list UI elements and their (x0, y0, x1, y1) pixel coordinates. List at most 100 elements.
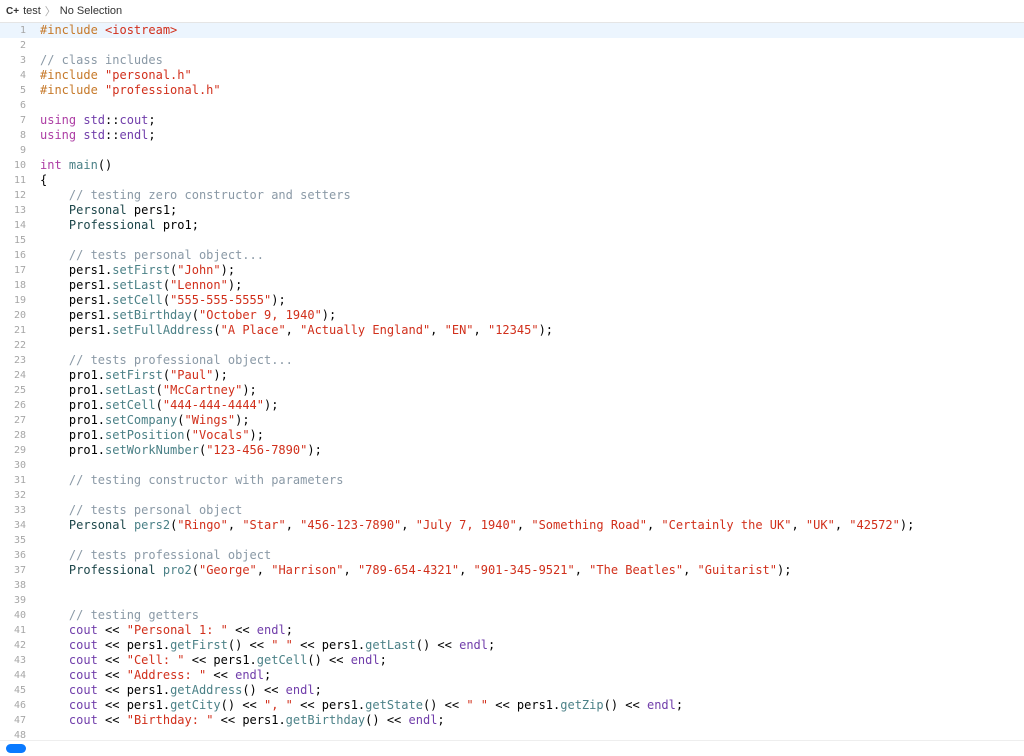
code-line[interactable]: 48 (0, 728, 1024, 740)
code-content[interactable] (34, 338, 1024, 353)
breadcrumb-file[interactable]: test (23, 5, 41, 17)
code-content[interactable] (34, 98, 1024, 113)
code-content[interactable]: Personal pers1; (34, 203, 1024, 218)
code-content[interactable] (34, 233, 1024, 248)
code-line[interactable]: 34 Personal pers2("Ringo", "Star", "456-… (0, 518, 1024, 533)
code-content[interactable] (34, 143, 1024, 158)
code-line[interactable]: 11{ (0, 173, 1024, 188)
code-line[interactable]: 10int main() (0, 158, 1024, 173)
code-line[interactable]: 20 pers1.setBirthday("October 9, 1940"); (0, 308, 1024, 323)
code-line[interactable]: 3// class includes (0, 53, 1024, 68)
code-line[interactable]: 16 // tests personal object... (0, 248, 1024, 263)
code-content[interactable] (34, 458, 1024, 473)
code-line[interactable]: 28 pro1.setPosition("Vocals"); (0, 428, 1024, 443)
code-editor[interactable]: 1#include <iostream>23// class includes4… (0, 23, 1024, 740)
code-content[interactable] (34, 593, 1024, 608)
code-line[interactable]: 24 pro1.setFirst("Paul"); (0, 368, 1024, 383)
code-line[interactable]: 46 cout << pers1.getCity() << ", " << pe… (0, 698, 1024, 713)
code-content[interactable]: // tests personal object (34, 503, 1024, 518)
code-line[interactable]: 45 cout << pers1.getAddress() << endl; (0, 683, 1024, 698)
code-line[interactable]: 17 pers1.setFirst("John"); (0, 263, 1024, 278)
code-content[interactable]: pro1.setFirst("Paul"); (34, 368, 1024, 383)
code-content[interactable]: #include "personal.h" (34, 68, 1024, 83)
code-content[interactable]: // tests professional object (34, 548, 1024, 563)
code-content[interactable]: #include <iostream> (34, 23, 1024, 38)
code-line[interactable]: 14 Professional pro1; (0, 218, 1024, 233)
code-content[interactable]: Personal pers2("Ringo", "Star", "456-123… (34, 518, 1024, 533)
code-line[interactable]: 32 (0, 488, 1024, 503)
code-line[interactable]: 40 // testing getters (0, 608, 1024, 623)
code-line[interactable]: 27 pro1.setCompany("Wings"); (0, 413, 1024, 428)
code-content[interactable]: pro1.setCompany("Wings"); (34, 413, 1024, 428)
code-line[interactable]: 9 (0, 143, 1024, 158)
code-content[interactable]: cout << "Cell: " << pers1.getCell() << e… (34, 653, 1024, 668)
code-line[interactable]: 12 // testing zero constructor and sette… (0, 188, 1024, 203)
code-line[interactable]: 25 pro1.setLast("McCartney"); (0, 383, 1024, 398)
code-content[interactable]: // tests professional object... (34, 353, 1024, 368)
code-content[interactable]: cout << "Address: " << endl; (34, 668, 1024, 683)
code-content[interactable] (34, 488, 1024, 503)
code-line[interactable]: 5#include "professional.h" (0, 83, 1024, 98)
code-content[interactable]: Professional pro2("George", "Harrison", … (34, 563, 1024, 578)
code-content[interactable]: // testing getters (34, 608, 1024, 623)
code-line[interactable]: 7using std::cout; (0, 113, 1024, 128)
code-content[interactable]: pers1.setLast("Lennon"); (34, 278, 1024, 293)
code-line[interactable]: 39 (0, 593, 1024, 608)
code-content[interactable]: // tests personal object... (34, 248, 1024, 263)
code-content[interactable]: cout << pers1.getAddress() << endl; (34, 683, 1024, 698)
breadcrumb-selection[interactable]: No Selection (60, 5, 122, 17)
code-line[interactable]: 15 (0, 233, 1024, 248)
code-content[interactable] (34, 533, 1024, 548)
code-content[interactable]: pro1.setWorkNumber("123-456-7890"); (34, 443, 1024, 458)
code-content[interactable]: #include "professional.h" (34, 83, 1024, 98)
code-line[interactable]: 2 (0, 38, 1024, 53)
code-line[interactable]: 18 pers1.setLast("Lennon"); (0, 278, 1024, 293)
code-line[interactable]: 19 pers1.setCell("555-555-5555"); (0, 293, 1024, 308)
code-content[interactable]: // testing constructor with parameters (34, 473, 1024, 488)
breadcrumb[interactable]: C+ test 〉 No Selection (0, 0, 1024, 23)
code-line[interactable]: 42 cout << pers1.getFirst() << " " << pe… (0, 638, 1024, 653)
code-line[interactable]: 31 // testing constructor with parameter… (0, 473, 1024, 488)
code-content[interactable]: pro1.setLast("McCartney"); (34, 383, 1024, 398)
code-content[interactable]: using std::endl; (34, 128, 1024, 143)
code-line[interactable]: 35 (0, 533, 1024, 548)
code-line[interactable]: 22 (0, 338, 1024, 353)
code-content[interactable]: pers1.setCell("555-555-5555"); (34, 293, 1024, 308)
code-content[interactable]: cout << "Birthday: " << pers1.getBirthda… (34, 713, 1024, 728)
code-content[interactable]: cout << "Personal 1: " << endl; (34, 623, 1024, 638)
code-content[interactable]: // class includes (34, 53, 1024, 68)
code-line[interactable]: 33 // tests personal object (0, 503, 1024, 518)
code-line[interactable]: 38 (0, 578, 1024, 593)
code-line[interactable]: 1#include <iostream> (0, 23, 1024, 38)
code-line[interactable]: 44 cout << "Address: " << endl; (0, 668, 1024, 683)
code-line[interactable]: 47 cout << "Birthday: " << pers1.getBirt… (0, 713, 1024, 728)
code-line[interactable]: 26 pro1.setCell("444-444-4444"); (0, 398, 1024, 413)
code-content[interactable]: cout << pers1.getCity() << ", " << pers1… (34, 698, 1024, 713)
code-content[interactable] (34, 38, 1024, 53)
code-line[interactable]: 13 Personal pers1; (0, 203, 1024, 218)
code-line[interactable]: 37 Professional pro2("George", "Harrison… (0, 563, 1024, 578)
code-line[interactable]: 23 // tests professional object... (0, 353, 1024, 368)
code-line[interactable]: 8using std::endl; (0, 128, 1024, 143)
code-content[interactable] (34, 728, 1024, 740)
code-content[interactable]: pers1.setFirst("John"); (34, 263, 1024, 278)
code-content[interactable]: pers1.setFullAddress("A Place", "Actuall… (34, 323, 1024, 338)
code-content[interactable]: pro1.setPosition("Vocals"); (34, 428, 1024, 443)
code-content[interactable]: pers1.setBirthday("October 9, 1940"); (34, 308, 1024, 323)
code-content[interactable]: pro1.setCell("444-444-4444"); (34, 398, 1024, 413)
code-line[interactable]: 43 cout << "Cell: " << pers1.getCell() <… (0, 653, 1024, 668)
code-line[interactable]: 4#include "personal.h" (0, 68, 1024, 83)
code-content[interactable]: // testing zero constructor and setters (34, 188, 1024, 203)
code-content[interactable]: int main() (34, 158, 1024, 173)
code-content[interactable]: { (34, 173, 1024, 188)
status-indicator-icon[interactable] (6, 744, 26, 753)
code-line[interactable]: 36 // tests professional object (0, 548, 1024, 563)
code-content[interactable]: Professional pro1; (34, 218, 1024, 233)
code-line[interactable]: 29 pro1.setWorkNumber("123-456-7890"); (0, 443, 1024, 458)
code-content[interactable]: cout << pers1.getFirst() << " " << pers1… (34, 638, 1024, 653)
code-line[interactable]: 21 pers1.setFullAddress("A Place", "Actu… (0, 323, 1024, 338)
code-line[interactable]: 41 cout << "Personal 1: " << endl; (0, 623, 1024, 638)
code-content[interactable] (34, 578, 1024, 593)
code-line[interactable]: 30 (0, 458, 1024, 473)
code-content[interactable]: using std::cout; (34, 113, 1024, 128)
